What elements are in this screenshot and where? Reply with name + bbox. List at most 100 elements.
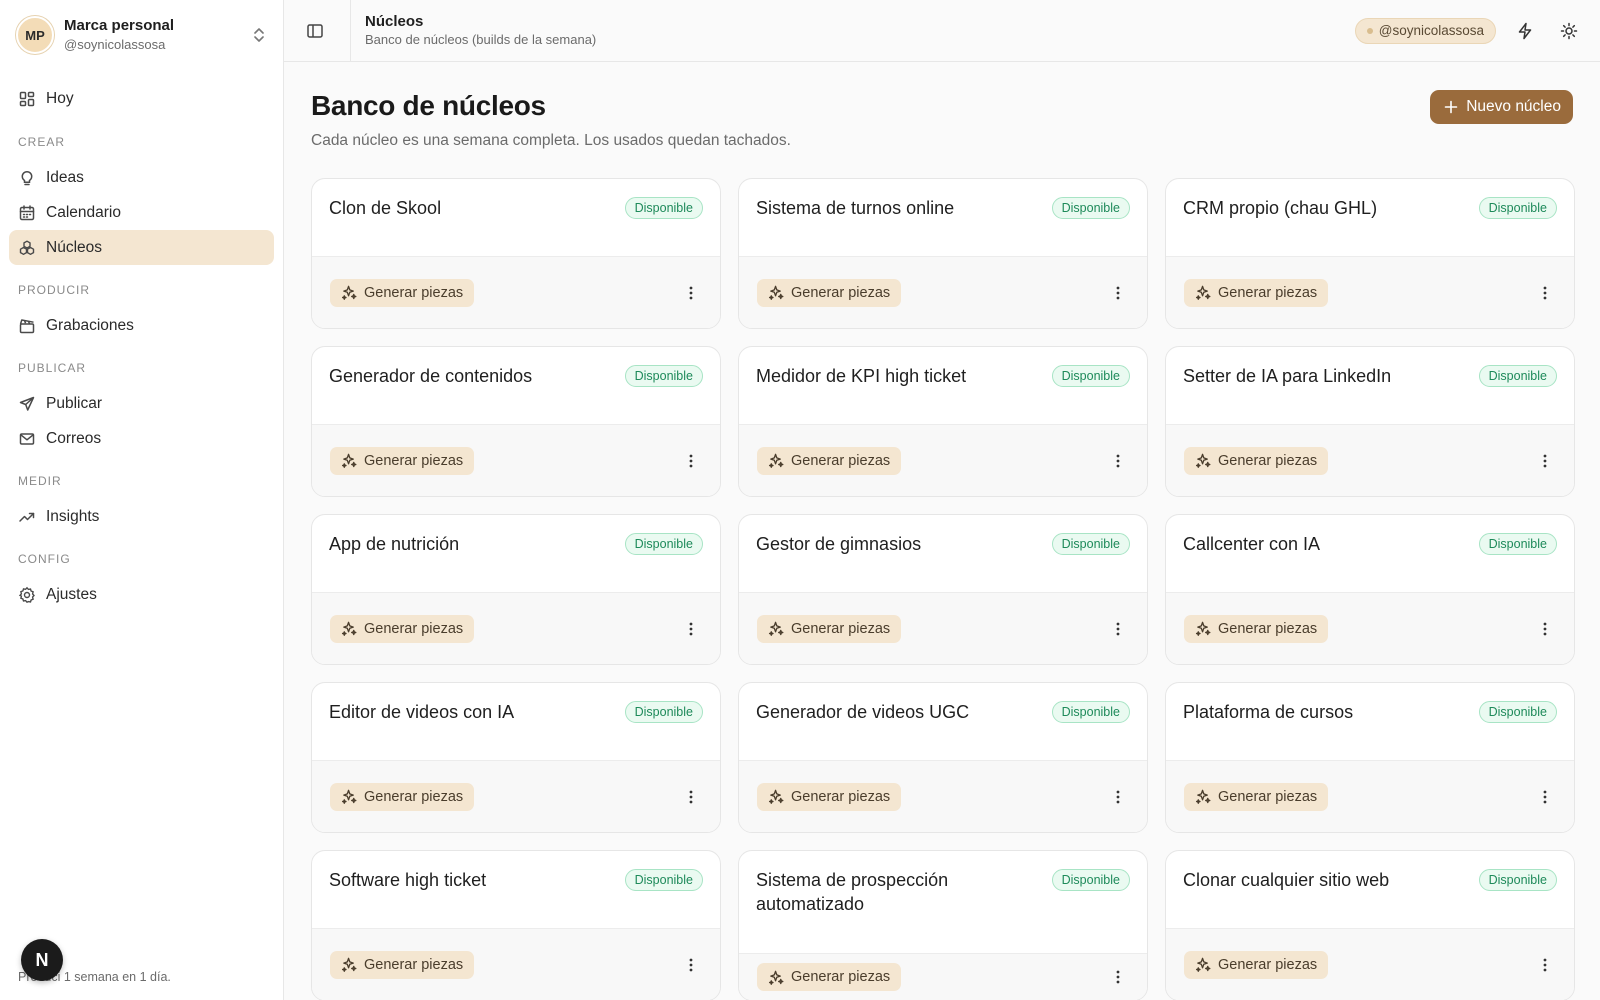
- sidebar-item-grabaciones[interactable]: Grabaciones: [9, 308, 274, 343]
- status-badge: Disponible: [1051, 197, 1130, 219]
- sidebar-item-label: Insights: [46, 507, 100, 525]
- grid-icon: [18, 90, 36, 108]
- new-nucleo-button[interactable]: Nuevo núcleo: [1430, 90, 1573, 124]
- more-vertical-icon[interactable]: [679, 617, 703, 641]
- sidebar-item-insights[interactable]: Insights: [9, 499, 274, 534]
- generate-pieces-label: Generar piezas: [1218, 788, 1318, 805]
- nucleo-card[interactable]: Medidor de KPI high ticket Disponible Ge…: [738, 346, 1148, 497]
- nucleo-card[interactable]: Generador de contenidos Disponible Gener…: [311, 346, 721, 497]
- more-vertical-icon[interactable]: [679, 281, 703, 305]
- more-vertical-icon[interactable]: [1533, 785, 1557, 809]
- nucleo-card-title: Software high ticket: [329, 870, 487, 890]
- sidebar-item-label: Calendario: [46, 203, 121, 221]
- nucleo-card[interactable]: Clonar cualquier sitio web Disponible Ge…: [1165, 850, 1575, 1000]
- chevron-up-down-icon[interactable]: [249, 25, 269, 45]
- generate-pieces-button[interactable]: Generar piezas: [1184, 614, 1329, 643]
- sidebar-item-label: Publicar: [46, 394, 102, 412]
- status-badge: Disponible: [624, 197, 703, 219]
- app-badge-button[interactable]: N: [21, 939, 63, 981]
- handle-pill-label: @soynicolassosa: [1378, 23, 1484, 38]
- sparkles-icon: [768, 452, 785, 469]
- nucleo-card-title: Gestor de gimnasios: [756, 534, 922, 554]
- generate-pieces-button[interactable]: Generar piezas: [330, 950, 475, 979]
- generate-pieces-button[interactable]: Generar piezas: [330, 614, 475, 643]
- generate-pieces-button[interactable]: Generar piezas: [330, 782, 475, 811]
- sidebar-item-ajustes[interactable]: Ajustes: [9, 577, 274, 612]
- sidebar-item-ideas[interactable]: Ideas: [9, 160, 274, 195]
- generate-pieces-button[interactable]: Generar piezas: [1184, 446, 1329, 475]
- nucleo-card[interactable]: Clon de Skool Disponible Generar piezas: [311, 178, 721, 329]
- trend-up-icon: [18, 508, 36, 526]
- sidebar-item-label: Ideas: [46, 168, 84, 186]
- more-vertical-icon[interactable]: [1533, 281, 1557, 305]
- generate-pieces-button[interactable]: Generar piezas: [757, 782, 902, 811]
- status-badge: Disponible: [1051, 365, 1130, 387]
- more-vertical-icon[interactable]: [1106, 965, 1130, 989]
- more-vertical-icon[interactable]: [679, 953, 703, 977]
- generate-pieces-button[interactable]: Generar piezas: [330, 278, 475, 307]
- nucleo-card[interactable]: Editor de videos con IA Disponible Gener…: [311, 682, 721, 833]
- nucleo-card[interactable]: Software high ticket Disponible Generar …: [311, 850, 721, 1000]
- nucleo-card[interactable]: Generador de videos UGC Disponible Gener…: [738, 682, 1148, 833]
- account-switcher[interactable]: MP Marca personal @soynicolassosa: [0, 0, 283, 70]
- sparkles-icon: [768, 788, 785, 805]
- nucleo-card[interactable]: Setter de IA para LinkedIn Disponible Ge…: [1165, 346, 1575, 497]
- generate-pieces-button[interactable]: Generar piezas: [757, 963, 902, 991]
- sidebar: MP Marca personal @soynicolassosa Hoy CR…: [0, 0, 284, 1000]
- generate-pieces-label: Generar piezas: [364, 956, 464, 973]
- generate-pieces-button[interactable]: Generar piezas: [757, 614, 902, 643]
- sidebar-item-hoy[interactable]: Hoy: [9, 81, 274, 116]
- sidebar-toggle-icon[interactable]: [300, 16, 330, 46]
- generate-pieces-button[interactable]: Generar piezas: [757, 278, 902, 307]
- nucleo-card[interactable]: CRM propio (chau GHL) Disponible Generar…: [1165, 178, 1575, 329]
- send-icon: [18, 395, 36, 413]
- more-vertical-icon[interactable]: [679, 785, 703, 809]
- nucleo-card-title: Plataforma de cursos: [1183, 702, 1354, 722]
- more-vertical-icon[interactable]: [1533, 953, 1557, 977]
- sidebar-item-publicar[interactable]: Publicar: [9, 386, 274, 421]
- nucleo-card-title: Clonar cualquier sitio web: [1183, 870, 1390, 890]
- sidebar-item-correos[interactable]: Correos: [9, 421, 274, 456]
- nucleo-card[interactable]: Callcenter con IA Disponible Generar pie…: [1165, 514, 1575, 665]
- generate-pieces-label: Generar piezas: [364, 788, 464, 805]
- generate-pieces-button[interactable]: Generar piezas: [1184, 950, 1329, 979]
- nucleo-card-title: Sistema de prospección automatizado: [756, 870, 949, 914]
- handle-pill[interactable]: @soynicolassosa: [1354, 17, 1496, 44]
- nucleo-card-title: CRM propio (chau GHL): [1183, 198, 1378, 218]
- nav-section-producir: PRODUCIR: [18, 283, 91, 297]
- avatar: MP: [16, 16, 54, 54]
- sun-icon[interactable]: [1554, 16, 1584, 46]
- nucleo-card-title: Sistema de turnos online: [756, 198, 955, 218]
- topbar-divider: [350, 0, 351, 62]
- more-vertical-icon[interactable]: [679, 449, 703, 473]
- topbar: Núcleos Banco de núcleos (builds de la s…: [284, 0, 1600, 62]
- nucleo-card[interactable]: Sistema de prospección automatizado Disp…: [738, 850, 1148, 1000]
- more-vertical-icon[interactable]: [1106, 281, 1130, 305]
- status-badge: Disponible: [1478, 197, 1557, 219]
- status-badge: Disponible: [624, 701, 703, 723]
- status-badge: Disponible: [1051, 701, 1130, 723]
- gear-icon: [18, 586, 36, 604]
- more-vertical-icon[interactable]: [1533, 449, 1557, 473]
- nucleo-card[interactable]: Sistema de turnos online Disponible Gene…: [738, 178, 1148, 329]
- sidebar-item-label: Hoy: [46, 89, 74, 107]
- generate-pieces-button[interactable]: Generar piezas: [330, 446, 475, 475]
- more-vertical-icon[interactable]: [1106, 785, 1130, 809]
- sidebar-item-calendario[interactable]: Calendario: [9, 195, 274, 230]
- generate-pieces-button[interactable]: Generar piezas: [757, 446, 902, 475]
- more-vertical-icon[interactable]: [1106, 449, 1130, 473]
- nucleo-card-title: Medidor de KPI high ticket: [756, 366, 967, 386]
- lightbulb-icon: [18, 169, 36, 187]
- generate-pieces-button[interactable]: Generar piezas: [1184, 278, 1329, 307]
- mail-icon: [18, 430, 36, 448]
- nucleo-card[interactable]: App de nutrición Disponible Generar piez…: [311, 514, 721, 665]
- status-badge: Disponible: [1478, 365, 1557, 387]
- nucleo-card[interactable]: Gestor de gimnasios Disponible Generar p…: [738, 514, 1148, 665]
- more-vertical-icon[interactable]: [1106, 617, 1130, 641]
- generate-pieces-label: Generar piezas: [364, 452, 464, 469]
- generate-pieces-button[interactable]: Generar piezas: [1184, 782, 1329, 811]
- sidebar-item-nucleos[interactable]: Núcleos: [9, 230, 274, 265]
- bolt-icon[interactable]: [1510, 16, 1540, 46]
- nucleo-card[interactable]: Plataforma de cursos Disponible Generar …: [1165, 682, 1575, 833]
- more-vertical-icon[interactable]: [1533, 617, 1557, 641]
